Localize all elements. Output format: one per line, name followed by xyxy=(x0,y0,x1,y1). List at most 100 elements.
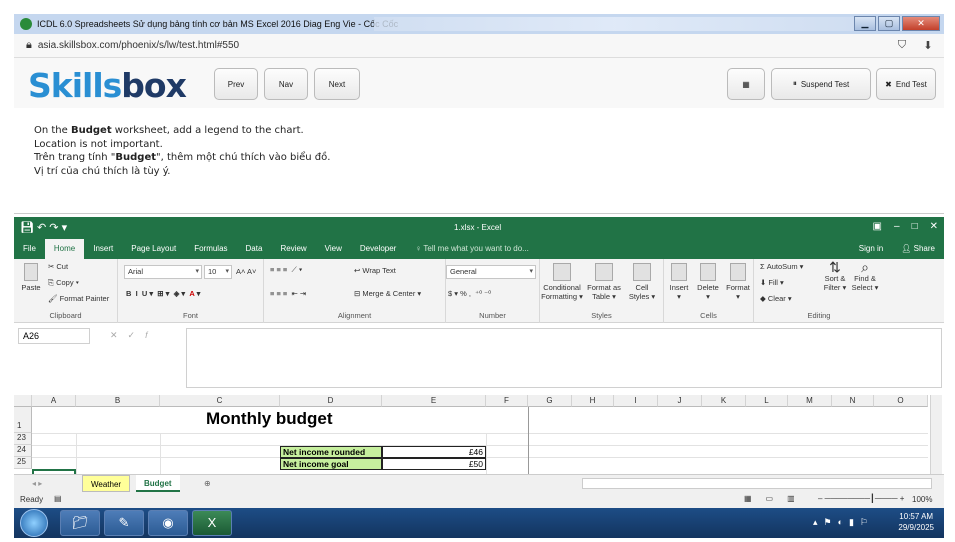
font-grow-shrink-buttons[interactable]: A˄ A˅ xyxy=(236,267,256,276)
col-header-i[interactable]: I xyxy=(614,395,658,407)
download-icon[interactable]: ⬇ xyxy=(918,39,938,52)
zoom-level[interactable]: 100% xyxy=(912,495,932,504)
format-cells-button[interactable]: Format ▾ xyxy=(724,263,752,301)
maximize-button[interactable]: ▢ xyxy=(878,16,900,31)
vertical-align-buttons[interactable]: ≡ ≡ ≡ ⟋ ▾ xyxy=(270,265,302,274)
net-income-goal-label[interactable]: Net income goal xyxy=(280,458,382,470)
formula-bar-icons[interactable]: ✕✓𝑓 xyxy=(110,330,158,341)
col-header-n[interactable]: N xyxy=(832,395,874,407)
view-buttons[interactable]: ▦▭▥ xyxy=(744,494,809,503)
row-header-23[interactable]: 23 xyxy=(14,433,32,445)
tab-page-layout[interactable]: Page Layout xyxy=(122,239,185,259)
col-header-l[interactable]: L xyxy=(746,395,788,407)
col-header-j[interactable]: J xyxy=(658,395,702,407)
col-header-k[interactable]: K xyxy=(702,395,746,407)
col-header-o[interactable]: O xyxy=(874,395,928,407)
start-button[interactable] xyxy=(20,509,48,537)
col-header-b[interactable]: B xyxy=(76,395,160,407)
select-all-corner[interactable] xyxy=(14,395,32,407)
close-window-button[interactable]: ✕ xyxy=(902,16,940,31)
vertical-scrollbar[interactable] xyxy=(930,395,942,475)
col-header-d[interactable]: D xyxy=(280,395,382,407)
excel-minimize-button[interactable]: – xyxy=(894,221,900,232)
prev-button[interactable]: Prev xyxy=(214,68,258,100)
conditional-formatting-button[interactable]: Conditional Formatting ▾ xyxy=(540,263,584,301)
shield-icon[interactable]: ⛉ xyxy=(892,39,912,52)
browser-tabs-strip[interactable] xyxy=(374,17,854,31)
tab-formulas[interactable]: Formulas xyxy=(185,239,236,259)
macro-record-icon[interactable]: ▤ xyxy=(54,494,62,503)
excel-maximize-button[interactable]: □ xyxy=(912,221,918,232)
share-button[interactable]: 👤︎ Share xyxy=(892,239,944,259)
explorer-taskbar-icon[interactable]: 📁︎ xyxy=(60,510,100,536)
net-income-rounded-label[interactable]: Net income rounded xyxy=(280,446,382,458)
worksheet-grid[interactable]: A B C D E F G H I J K L M N O 1 23 24 25… xyxy=(14,395,944,475)
tab-insert[interactable]: Insert xyxy=(84,239,122,259)
col-header-f[interactable]: F xyxy=(486,395,528,407)
find-select-button[interactable]: ⌕ Find & Select ▾ xyxy=(850,260,880,292)
sort-filter-button[interactable]: ⇅ Sort & Filter ▾ xyxy=(820,260,850,292)
sheet-tab-weather[interactable]: Weather xyxy=(82,475,131,492)
zoom-slider[interactable]: – ────────┃──── + xyxy=(818,494,904,503)
ribbon-display-icon[interactable]: ▣ xyxy=(873,221,882,232)
tell-me-input[interactable]: ♀ Tell me what you want to do... xyxy=(405,239,538,259)
autosum-button[interactable]: Σ AutoSum ▾ xyxy=(760,262,803,271)
cut-button[interactable]: ✂ Cut xyxy=(48,262,68,271)
insert-cells-button[interactable]: Insert ▾ xyxy=(666,263,692,301)
cell-styles-button[interactable]: Cell Styles ▾ xyxy=(626,263,658,301)
horizontal-scrollbar[interactable] xyxy=(582,478,932,489)
minimize-button[interactable]: ▁ xyxy=(854,16,876,31)
excel-taskbar-icon[interactable]: X xyxy=(192,510,232,536)
clock[interactable]: 10:57 AM 29/9/2025 xyxy=(898,511,934,533)
wrap-text-button[interactable]: ↩ Wrap Text xyxy=(354,266,396,275)
end-test-button[interactable]: ✖ End Test xyxy=(876,68,936,100)
fill-button[interactable]: ⬇ Fill ▾ xyxy=(760,278,784,287)
merge-center-button[interactable]: ⊟ Merge & Center ▾ xyxy=(354,289,421,298)
coccoc-taskbar-icon[interactable]: ◉ xyxy=(148,510,188,536)
suspend-test-button[interactable]: ⏸ Suspend Test xyxy=(771,68,871,100)
system-tray-icons[interactable]: ▴⚑◐▮⚐ xyxy=(813,517,874,528)
col-header-m[interactable]: M xyxy=(788,395,832,407)
row-header-24[interactable]: 24 xyxy=(14,445,32,457)
calculator-button[interactable]: ▦ xyxy=(727,68,765,100)
sheet-tab-budget[interactable]: Budget xyxy=(136,475,180,492)
new-sheet-button[interactable]: ⊕ xyxy=(196,475,219,492)
col-header-g[interactable]: G xyxy=(528,395,572,407)
tab-data[interactable]: Data xyxy=(237,239,272,259)
nav-button[interactable]: Nav xyxy=(264,68,308,100)
quick-access-toolbar[interactable]: 💾︎ ↶ ↷ ▾ xyxy=(20,221,67,234)
row-header-1[interactable]: 1 xyxy=(14,407,32,433)
tab-developer[interactable]: Developer xyxy=(351,239,405,259)
url-text[interactable]: asia.skillsbox.com/phoenix/s/lw/test.htm… xyxy=(38,40,892,51)
sheet-nav-arrows[interactable]: ◂ ▸ xyxy=(24,475,50,492)
format-as-table-button[interactable]: Format as Table ▾ xyxy=(586,263,622,301)
format-painter-button[interactable]: 🖌︎ Format Painter xyxy=(48,294,109,303)
col-header-e[interactable]: E xyxy=(382,395,486,407)
col-header-a[interactable]: A xyxy=(32,395,76,407)
font-size-select[interactable]: 10 xyxy=(204,265,232,279)
horizontal-align-buttons[interactable]: ≡ ≡ ≡ ⇤ ⇥ xyxy=(270,289,306,298)
font-name-select[interactable]: Arial xyxy=(124,265,202,279)
paint-taskbar-icon[interactable]: ✎ xyxy=(104,510,144,536)
col-header-c[interactable]: C xyxy=(160,395,280,407)
clear-button[interactable]: ◆ Clear ▾ xyxy=(760,294,792,303)
font-style-buttons[interactable]: B I U ▾ ⊞ ▾ ◈ ▾ A ▾ xyxy=(126,289,200,298)
sign-in-link[interactable]: Sign in xyxy=(850,239,892,259)
paste-button[interactable]: Paste xyxy=(20,263,42,292)
tab-home[interactable]: Home xyxy=(44,239,85,259)
row-header-25[interactable]: 25 xyxy=(14,457,32,469)
net-income-rounded-value[interactable]: £46 xyxy=(382,446,486,458)
address-bar[interactable]: 🔒︎ asia.skillsbox.com/phoenix/s/lw/test.… xyxy=(14,34,944,58)
number-format-select[interactable]: General xyxy=(446,265,536,279)
tab-review[interactable]: Review xyxy=(271,239,315,259)
next-button[interactable]: Next xyxy=(314,68,360,100)
delete-cells-button[interactable]: Delete ▾ xyxy=(694,263,722,301)
copy-button[interactable]: ⎘ Copy ▾ xyxy=(48,278,79,287)
tab-view[interactable]: View xyxy=(316,239,351,259)
tab-file[interactable]: File xyxy=(14,239,45,259)
col-header-h[interactable]: H xyxy=(572,395,614,407)
formula-input[interactable] xyxy=(186,328,942,388)
number-format-buttons[interactable]: $ ▾ % , ⁺⁰ ⁻⁰ xyxy=(448,289,491,298)
excel-close-button[interactable]: ✕ xyxy=(930,221,938,232)
name-box[interactable]: A26 xyxy=(18,328,90,344)
